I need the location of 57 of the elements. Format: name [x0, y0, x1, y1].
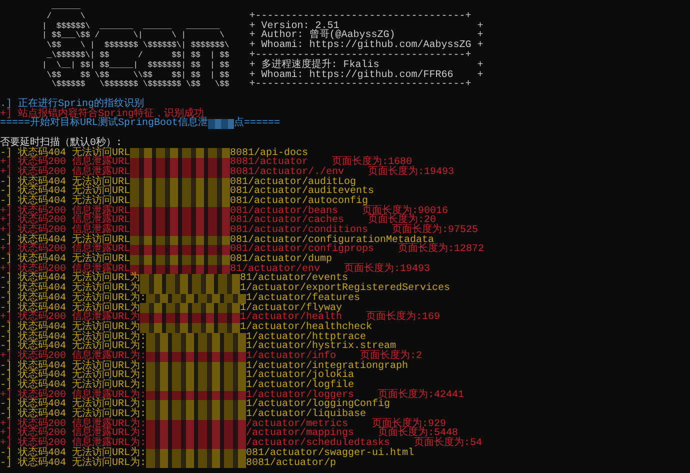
log-message: =====开始对目标URL测试SpringBoot信息泄 — [0, 119, 208, 130]
url-path: 8081/actuator — [230, 158, 308, 168]
page-length-text: 页面长度为:19493 — [344, 264, 430, 274]
ascii-art-line: \$$$$$$ \$$$$$$$ \$$$$$$$ \$$ \$$ — [50, 80, 230, 90]
box-edge: + — [249, 60, 256, 71]
url-path: 081/actuator/conditions — [230, 226, 368, 236]
url-path: 1/actuator/httptrace — [246, 332, 366, 342]
box-edge: + — [477, 22, 484, 32]
url-path: 1/actuator/integrationgraph — [246, 362, 408, 372]
ascii-art-line: \$$ \ | $$$$$$$ \$$$$$$\| $$$$$$$\ — [46, 41, 230, 51]
page-length-text: 页面长度为:97525 — [392, 226, 478, 236]
url-path: 8081/api-docs — [230, 148, 308, 158]
box-edge: + — [477, 60, 484, 71]
url-path: 1/actuator/info — [246, 352, 336, 362]
banner-info-text: 多进程速度提升: Fkalis — [261, 60, 380, 71]
page-length-text: 页面长度为:12872 — [398, 245, 484, 256]
url-path: 081/actuator/dump — [230, 255, 332, 265]
ascii-art-line: ______ — [51, 2, 81, 12]
url-path: 1/actuator/loggers — [246, 390, 354, 400]
ascii-art-line: / \ — [46, 12, 86, 22]
box-edge: + — [249, 31, 256, 42]
url-path: 081/actuator/auditLog — [230, 178, 356, 188]
box-edge: + — [477, 31, 484, 42]
box-edge: + — [477, 70, 484, 80]
page-length-text: 页面长度为:54 — [414, 439, 482, 449]
url-path: 8081/actuator/p — [246, 458, 336, 468]
url-path: 1/actuator/flyway — [240, 304, 342, 314]
box-border: +-----------------------------------+ — [249, 12, 472, 22]
page-length-text: 页面长度为:2 — [360, 352, 422, 362]
url-path: 1/actuator/features — [246, 294, 360, 304]
ascii-art-line: _\$$$$$$\| $$ / $$| $$ | $$ — [46, 50, 230, 61]
url-path: 1/actuator/healthcheck — [240, 322, 372, 333]
url-path: 1/actuator/logfile — [246, 381, 354, 391]
log-message: 点====== — [234, 119, 280, 130]
url-path: /actuator/scheduledtasks — [246, 439, 390, 449]
page-length-text: 页面长度为:19493 — [368, 168, 454, 178]
box-edge: + — [477, 41, 484, 51]
status-text: -] 状态码404 无法访问URL为: — [0, 458, 146, 468]
ascii-art-line: | \__| $$| $$_____| $$$$$$$| $$ | $$ — [42, 60, 230, 71]
banner-info-text: Whoami: https://github.com/AabyssZG — [261, 41, 472, 51]
box-edge: + — [249, 22, 256, 32]
box-edge: + — [249, 41, 256, 51]
ascii-art-line: \$$ $$ \$$ \\$$ $$| $$ | $$ — [46, 70, 230, 80]
url-path: 8081/actuator/./env — [230, 168, 344, 178]
url-path: 081/actuator/swagger-ui.html — [246, 448, 414, 459]
page-length-text: 页面长度为:169 — [366, 313, 440, 323]
url-path: 1/actuator/exportRegisteredServices — [240, 284, 450, 294]
pixelated-redaction — [208, 119, 234, 130]
url-path: 1/actuator/health — [240, 313, 342, 323]
ascii-art-line: | $$$$$$\ _______ ______ _______ — [42, 22, 221, 31]
url-path: 1/actuator/liquibase — [246, 410, 366, 420]
url-path: 081/actuator/auditevents — [230, 187, 374, 197]
page-length-text: 页面长度为:42441 — [378, 390, 464, 400]
banner-info-text: Whoami: https://github.com/FFR66 — [261, 70, 454, 80]
box-border: +-----------------------------------+ — [249, 80, 472, 90]
ascii-art-line: | $$___\$$ / \| \ | \ — [42, 31, 226, 41]
box-edge: + — [249, 70, 256, 80]
